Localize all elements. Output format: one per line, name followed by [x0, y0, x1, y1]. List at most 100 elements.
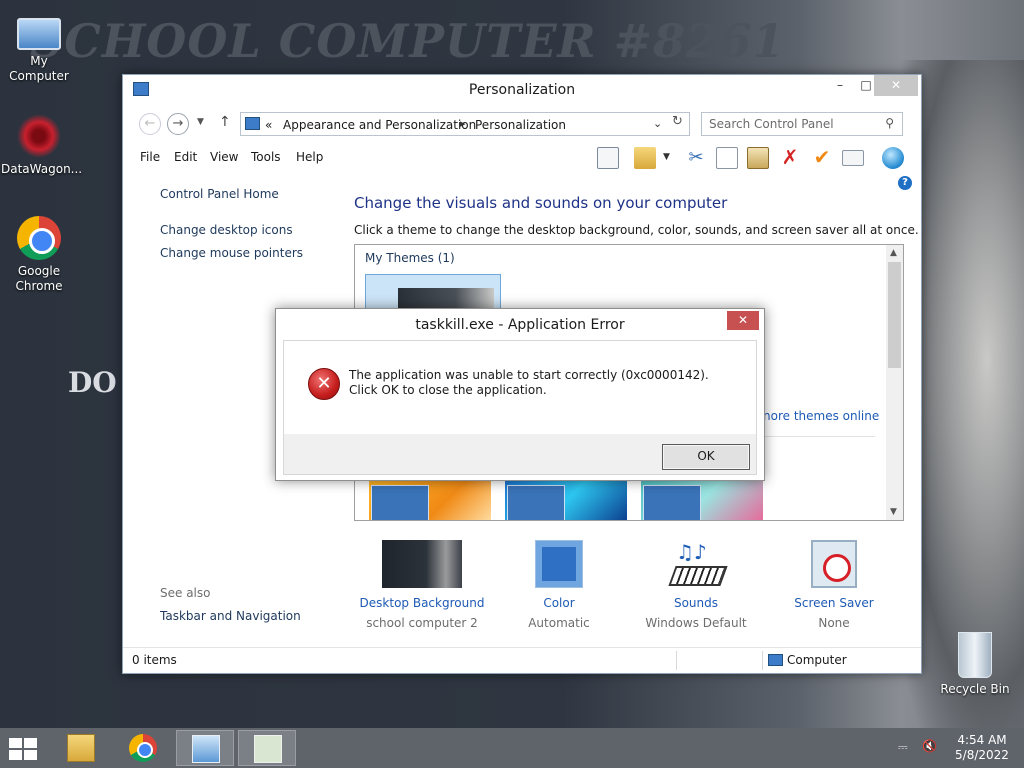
- control-panel-icon: [245, 117, 260, 130]
- back-button[interactable]: ←: [139, 113, 161, 135]
- taskbar-navigation-link[interactable]: Taskbar and Navigation: [160, 609, 301, 623]
- network-icon[interactable]: ⎓: [898, 740, 908, 755]
- desktop-icon-label: Google Chrome: [15, 264, 63, 293]
- desktop-background-link[interactable]: Desktop Background: [352, 596, 492, 610]
- desktop-icon-datawagon[interactable]: DataWagon...: [1, 114, 82, 177]
- menu-view[interactable]: View: [210, 150, 238, 164]
- color-palette-icon: [371, 485, 429, 520]
- recycle-bin-icon: [958, 632, 992, 678]
- scroll-down-icon[interactable]: ▼: [890, 507, 897, 517]
- color-palette-icon: [535, 540, 583, 588]
- page-subheading: Click a theme to change the desktop back…: [354, 223, 919, 237]
- taskbar-file-explorer[interactable]: [52, 730, 110, 766]
- taskbar-window[interactable]: [238, 730, 296, 766]
- windows-logo-icon: [24, 738, 37, 748]
- screen-saver-link[interactable]: Screen Saver: [764, 596, 904, 610]
- chrome-icon: [129, 734, 157, 762]
- breadcrumb-item[interactable]: Appearance and Personalization: [283, 118, 476, 132]
- address-row: ← → ▼ ↑ « Appearance and Personalization…: [123, 109, 921, 137]
- theme-tile[interactable]: [641, 481, 763, 520]
- wallpaper-title: SCHOOL COMPUTER #8261: [30, 14, 786, 68]
- divider: [762, 651, 763, 670]
- control-panel-home-link[interactable]: Control Panel Home: [160, 187, 279, 201]
- sounds-value: Windows Default: [645, 616, 747, 630]
- ok-button[interactable]: OK: [662, 444, 750, 470]
- dialog-footer: OK: [284, 434, 756, 474]
- screen-saver-icon: [811, 540, 857, 588]
- search-input[interactable]: Search Control Panel ⚲: [701, 112, 903, 136]
- scrollbar-thumb[interactable]: [888, 262, 901, 368]
- wallpaper-side-text: DO: [68, 366, 117, 399]
- breadcrumb-prefix[interactable]: «: [265, 118, 272, 132]
- menu-help[interactable]: Help: [296, 150, 323, 164]
- change-desktop-icons-link[interactable]: Change desktop icons: [160, 223, 293, 237]
- sounds-link[interactable]: Sounds: [626, 596, 766, 610]
- color-palette-icon: [643, 485, 701, 520]
- desktop-icon-label: My Computer: [9, 54, 69, 83]
- rename-icon[interactable]: [842, 150, 864, 166]
- chevron-right-icon[interactable]: ▸: [460, 117, 466, 130]
- sounds-item[interactable]: Sounds Windows Default: [626, 540, 766, 630]
- address-bar[interactable]: « Appearance and Personalization ▸ Perso…: [240, 112, 690, 136]
- screen-saver-item[interactable]: Screen Saver None: [764, 540, 904, 630]
- menu-file[interactable]: File: [140, 150, 160, 164]
- get-more-themes-link[interactable]: nore themes online: [763, 409, 879, 423]
- close-button[interactable]: ✕: [874, 75, 918, 96]
- error-icon: ✕: [308, 368, 340, 400]
- desktop-icon-recycle-bin[interactable]: Recycle Bin: [937, 632, 1013, 697]
- desktop-background-thumbnail: [382, 540, 462, 588]
- vertical-scrollbar[interactable]: ▲ ▼: [886, 245, 903, 520]
- desktop-icon-label: Recycle Bin: [940, 682, 1010, 696]
- properties-check-icon[interactable]: ✔: [811, 147, 833, 169]
- windows-logo-icon: [9, 750, 22, 760]
- dropdown-arrow-icon[interactable]: ▼: [663, 152, 673, 174]
- globe-icon[interactable]: [882, 147, 904, 169]
- volume-muted-icon[interactable]: 🔇: [922, 739, 937, 753]
- recent-locations-dropdown[interactable]: ▼: [197, 117, 204, 127]
- computer-icon: [17, 18, 61, 50]
- help-icon[interactable]: ?: [898, 176, 912, 190]
- folder-options-icon[interactable]: [634, 147, 656, 169]
- forward-button[interactable]: →: [167, 113, 189, 135]
- desktop-icon-my-computer[interactable]: My Computer: [1, 12, 77, 84]
- change-mouse-pointers-link[interactable]: Change mouse pointers: [160, 246, 303, 260]
- cut-icon[interactable]: ✂: [685, 147, 707, 169]
- dialog-close-button[interactable]: ✕: [727, 311, 759, 330]
- search-icon[interactable]: ⚲: [885, 116, 894, 130]
- theme-tile[interactable]: [505, 481, 627, 520]
- menu-edit[interactable]: Edit: [174, 150, 197, 164]
- see-also-label: See also: [160, 586, 211, 600]
- start-button[interactable]: [9, 738, 39, 760]
- scroll-up-icon[interactable]: ▲: [890, 248, 897, 258]
- desktop-background-value: school computer 2: [366, 616, 478, 630]
- theme-tile[interactable]: [369, 481, 491, 520]
- clock-date: 5/8/2022: [955, 748, 1009, 762]
- desktop-icon-chrome[interactable]: Google Chrome: [1, 216, 77, 294]
- color-link[interactable]: Color: [489, 596, 629, 610]
- color-value: Automatic: [528, 616, 590, 630]
- minimize-button[interactable]: –: [826, 75, 854, 96]
- clock-time: 4:54 AM: [957, 733, 1007, 747]
- desktop-background-item[interactable]: Desktop Background school computer 2: [352, 540, 492, 630]
- copy-icon[interactable]: [716, 147, 738, 169]
- refresh-button[interactable]: ↻: [672, 114, 683, 129]
- paste-icon[interactable]: [747, 147, 769, 169]
- taskbar-chrome[interactable]: [114, 730, 172, 766]
- up-button[interactable]: ↑: [219, 114, 231, 130]
- windows-logo-icon: [9, 738, 22, 748]
- taskbar-control-panel[interactable]: [176, 730, 234, 766]
- clock[interactable]: 4:54 AM 5/8/2022: [950, 733, 1014, 763]
- window-titlebar[interactable]: Personalization – □ ✕: [123, 75, 921, 105]
- dialog-title: taskkill.exe - Application Error: [415, 317, 625, 333]
- layout-icon[interactable]: [597, 147, 619, 169]
- breadcrumb-item[interactable]: Personalization: [475, 118, 566, 132]
- chevron-down-icon[interactable]: ⌄: [653, 117, 662, 130]
- sounds-icon: [670, 540, 722, 588]
- status-bar: 0 items Computer: [123, 647, 921, 673]
- desktop-icon-label: DataWagon...: [1, 162, 83, 176]
- delete-icon[interactable]: ✗: [779, 147, 801, 169]
- window-title: Personalization: [468, 82, 576, 98]
- file-explorer-icon: [67, 734, 95, 762]
- color-item[interactable]: Color Automatic: [489, 540, 629, 630]
- menu-tools[interactable]: Tools: [251, 150, 281, 164]
